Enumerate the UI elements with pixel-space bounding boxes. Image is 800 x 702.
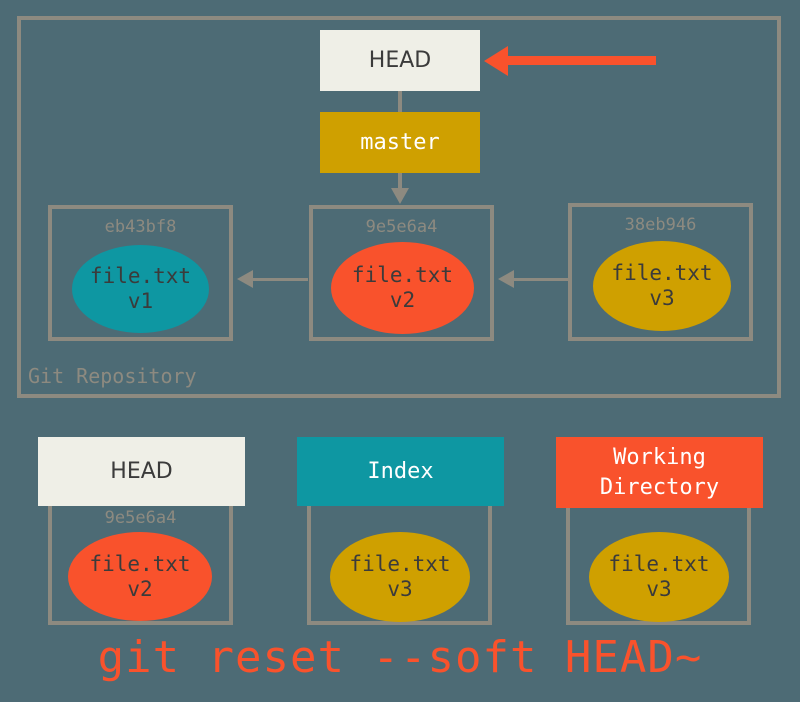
commit-blob: file.txt v2	[331, 242, 474, 334]
stage-header-index[interactable]: Index	[297, 437, 504, 506]
commit3-to-commit2-line	[514, 278, 568, 281]
stage-blob-working-directory: file.txt v3	[589, 532, 729, 622]
commit-blob: file.txt v3	[593, 241, 731, 331]
master-to-commit-arrowhead	[391, 188, 409, 204]
commit2-to-commit1-arrowhead	[237, 270, 253, 288]
master-branch-box[interactable]: master	[320, 112, 480, 173]
commit-hash-label: eb43bf8	[104, 217, 177, 237]
head-pointer-box[interactable]: HEAD	[320, 30, 480, 91]
commit-box-9e5e6a4[interactable]: 9e5e6a4 file.txt v2	[309, 205, 494, 341]
commit2-to-commit1-line	[253, 278, 308, 281]
stage-title-line1: Working	[613, 444, 706, 470]
blob-filename: file.txt	[349, 552, 451, 576]
commit3-to-commit2-arrowhead	[498, 270, 514, 288]
commit-box-eb43bf8[interactable]: eb43bf8 file.txt v1	[48, 205, 233, 341]
stage-header-head[interactable]: HEAD	[38, 437, 245, 506]
blob-version: v2	[389, 288, 416, 312]
blob-version: v3	[649, 286, 675, 310]
blob-version: v2	[127, 576, 153, 601]
blob-version: v1	[127, 289, 154, 313]
blob-filename: file.txt	[611, 261, 713, 285]
blob-filename: file.txt	[351, 263, 454, 287]
commit-hash-label: 9e5e6a4	[365, 217, 438, 237]
stage-title-label: Index	[367, 458, 434, 484]
diagram-canvas: Git Repository HEAD master eb43bf8 file.…	[0, 0, 800, 702]
commit-blob: file.txt v1	[72, 245, 209, 333]
stage-header-working-directory[interactable]: Working Directory	[556, 437, 763, 508]
blob-version: v3	[646, 577, 672, 601]
head-to-master-line	[398, 91, 402, 112]
head-annotation-arrow-shaft	[508, 56, 656, 65]
head-pointer-label: HEAD	[368, 48, 432, 73]
stage-blob-head: file.txt v2	[68, 532, 212, 621]
commit-box-38eb946[interactable]: 38eb946 file.txt v3	[568, 203, 753, 341]
git-repository-label: Git Repository	[28, 364, 197, 388]
command-caption: git reset --soft HEAD~	[97, 632, 703, 683]
master-branch-label: master	[360, 130, 440, 155]
head-annotation-arrow-head	[484, 46, 508, 76]
stage-blob-index: file.txt v3	[330, 532, 470, 622]
commit-hash-label: 38eb946	[624, 215, 697, 235]
blob-filename: file.txt	[89, 264, 192, 288]
stage-title-line2: Directory	[599, 474, 720, 500]
stage-hash-head: 9e5e6a4	[104, 508, 177, 528]
stage-title-label: HEAD	[110, 458, 173, 484]
blob-filename: file.txt	[89, 551, 191, 576]
blob-filename: file.txt	[608, 552, 710, 576]
blob-version: v3	[387, 577, 413, 601]
